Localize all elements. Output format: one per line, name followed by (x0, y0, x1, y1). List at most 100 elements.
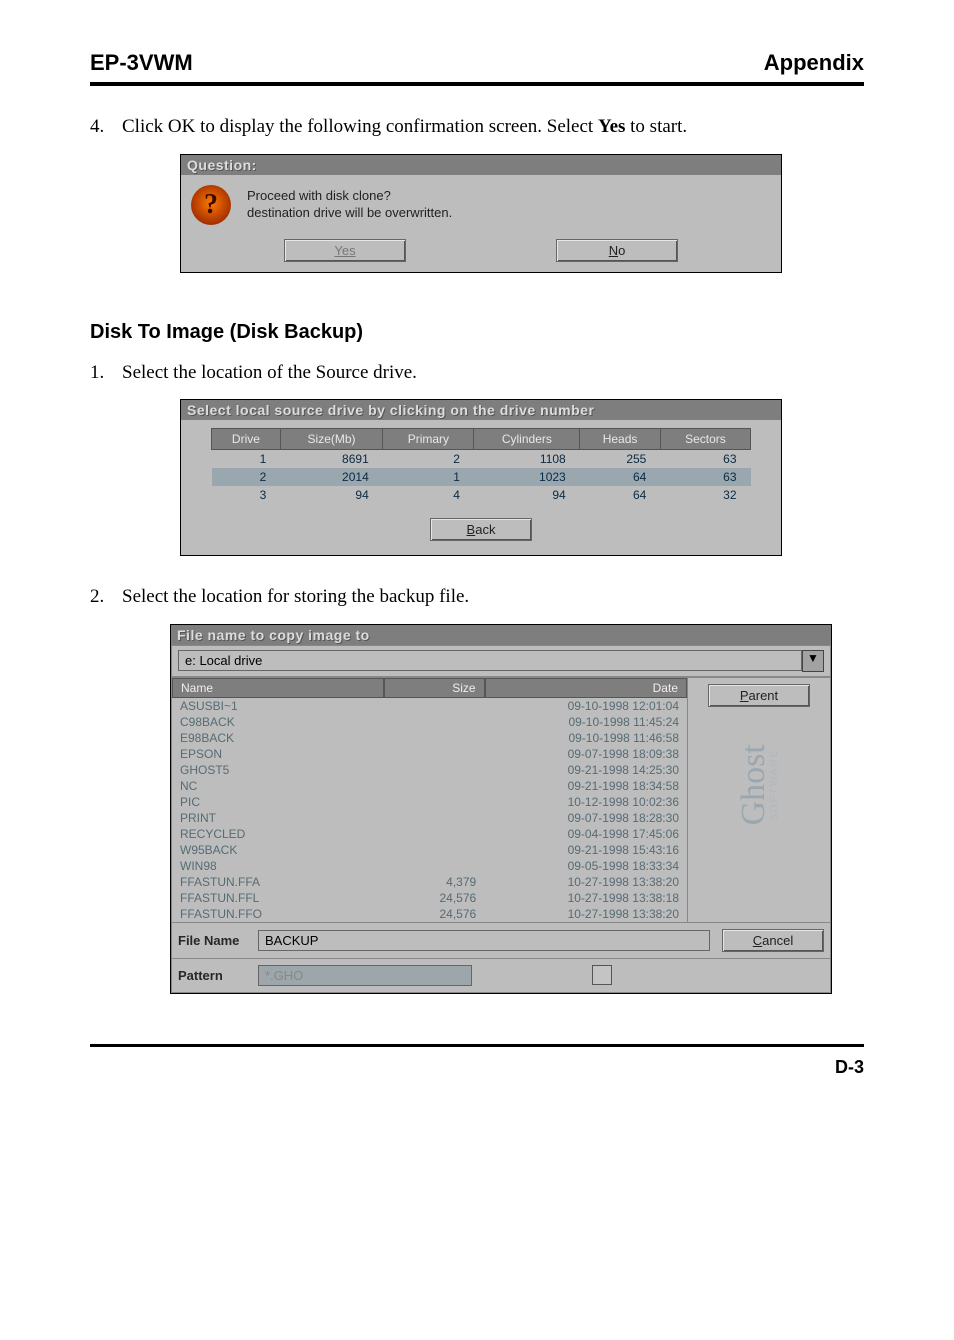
drive-cell: 2014 (280, 468, 382, 486)
header-rule (90, 82, 864, 86)
drive-cell: 255 (580, 450, 661, 469)
file-date: 10-27-1998 13:38:18 (484, 890, 687, 906)
col-size[interactable]: Size (384, 678, 485, 698)
drive-row[interactable]: 3944946432 (212, 486, 751, 504)
parent-button[interactable]: Parent (708, 684, 810, 707)
step-4-text-a: Click OK to display the following confir… (122, 116, 598, 137)
footer-rule (90, 1044, 864, 1047)
file-size (384, 842, 484, 858)
cancel-button[interactable]: Cancel (722, 929, 824, 952)
file-date: 09-21-1998 14:25:30 (484, 762, 687, 778)
drive-row[interactable]: 186912110825563 (212, 450, 751, 469)
file-list[interactable]: ASUSBI~109-10-1998 12:01:04C98BACK 09-10-… (172, 698, 687, 922)
header-left: EP-3VWM (90, 50, 193, 76)
yes-button[interactable]: Yes (284, 239, 406, 262)
file-date: 10-12-1998 10:02:36 (484, 794, 687, 810)
file-name: FFASTUN.FFL (172, 890, 384, 906)
header-right: Appendix (764, 50, 864, 76)
drive-cell: 1 (212, 450, 281, 469)
page-number: D-3 (90, 1057, 864, 1078)
question-line-1: Proceed with disk clone? (247, 188, 452, 205)
file-size (384, 810, 484, 826)
drv-h-cyl: Cylinders (474, 429, 580, 450)
drv-h-drive: Drive (212, 429, 281, 450)
drive-table: Drive Size(Mb) Primary Cylinders Heads S… (211, 428, 751, 504)
file-date: 09-04-1998 17:45:06 (484, 826, 687, 842)
step-2-text: Select the location for storing the back… (122, 584, 469, 610)
drive-cell: 2 (212, 468, 281, 486)
drive-cell: 94 (474, 486, 580, 504)
file-size (384, 778, 484, 794)
drive-combobox[interactable]: e: Local drive (178, 650, 802, 671)
file-row[interactable]: GHOST509-21-1998 14:25:30 (172, 762, 687, 778)
file-size (384, 762, 484, 778)
drive-cell: 1108 (474, 450, 580, 469)
file-name: WIN98 (172, 858, 384, 874)
pattern-input[interactable]: *.GHO (258, 965, 472, 986)
file-row[interactable]: FFASTUN.FFO24,57610-27-1998 13:38:20 (172, 906, 687, 922)
file-name: C98BACK (172, 714, 384, 730)
drv-h-primary: Primary (383, 429, 474, 450)
file-name: E98BACK (172, 730, 384, 746)
file-date: 09-10-1998 11:45:24 (484, 714, 687, 730)
drive-cell: 64 (580, 486, 661, 504)
back-button-rest: ack (475, 522, 495, 537)
parent-rest: arent (749, 688, 779, 703)
file-row[interactable]: PIC 10-12-1998 10:02:36 (172, 794, 687, 810)
file-row[interactable]: EPSON09-07-1998 18:09:38 (172, 746, 687, 762)
file-name: PIC (172, 794, 384, 810)
step-1-num: 1. (90, 360, 122, 386)
file-row[interactable]: W95BACK 09-21-1998 15:43:16 (172, 842, 687, 858)
file-date: 10-27-1998 13:38:20 (484, 874, 687, 890)
file-row[interactable]: E98BACK09-10-1998 11:46:58 (172, 730, 687, 746)
drive-dialog: Select local source drive by clicking on… (180, 399, 782, 556)
file-dialog: File name to copy image to e: Local driv… (170, 624, 832, 994)
file-name: PRINT (172, 810, 384, 826)
file-date: 09-07-1998 18:28:30 (484, 810, 687, 826)
file-size (384, 746, 484, 762)
file-size: 24,576 (384, 890, 484, 906)
question-dialog-title: Question: (181, 155, 781, 175)
file-name-label: File Name (178, 933, 258, 948)
question-line-2: destination drive will be overwritten. (247, 205, 452, 222)
file-date: 09-10-1998 12:01:04 (484, 698, 687, 714)
col-date[interactable]: Date (485, 678, 687, 698)
file-row[interactable]: FFASTUN.FFA4,37910-27-1998 13:38:20 (172, 874, 687, 890)
file-date: 10-27-1998 13:38:20 (484, 906, 687, 922)
file-name: W95BACK (172, 842, 384, 858)
step-4-text-bold: Yes (598, 116, 625, 137)
file-row[interactable]: WIN9809-05-1998 18:33:34 (172, 858, 687, 874)
cancel-rest: ancel (762, 933, 793, 948)
file-name-input[interactable]: BACKUP (258, 930, 710, 951)
step-4: 4. Click OK to display the following con… (90, 114, 864, 140)
file-size (384, 826, 484, 842)
drive-cell: 94 (280, 486, 382, 504)
section-heading: Disk To Image (Disk Backup) (90, 321, 864, 344)
step-1: 1. Select the location of the Source dri… (90, 360, 864, 386)
step-4-text-b: to start. (625, 116, 687, 137)
drive-dropdown-button[interactable]: ▼ (802, 650, 824, 672)
file-row[interactable]: NC09-21-1998 18:34:58 (172, 778, 687, 794)
col-name[interactable]: Name (172, 678, 384, 698)
file-row[interactable]: ASUSBI~109-10-1998 12:01:04 (172, 698, 687, 714)
file-date: 09-21-1998 15:43:16 (484, 842, 687, 858)
drive-cell: 8691 (280, 450, 382, 469)
drive-cell: 64 (580, 468, 661, 486)
drive-row[interactable]: 22014110236463 (212, 468, 751, 486)
file-row[interactable]: FFASTUN.FFL24,57610-27-1998 13:38:18 (172, 890, 687, 906)
file-row[interactable]: RECYCLED 09-04-1998 17:45:06 (172, 826, 687, 842)
back-button[interactable]: Back (430, 518, 532, 541)
no-button-rest: o (618, 243, 625, 258)
step-4-num: 4. (90, 114, 122, 140)
step-2: 2. Select the location for storing the b… (90, 584, 864, 610)
file-name: RECYCLED (172, 826, 384, 842)
pattern-checkbox[interactable] (592, 965, 612, 985)
drive-cell: 1023 (474, 468, 580, 486)
file-row[interactable]: PRINT 09-07-1998 18:28:30 (172, 810, 687, 826)
no-button[interactable]: No (556, 239, 678, 262)
file-size: 24,576 (384, 906, 484, 922)
drv-h-heads: Heads (580, 429, 661, 450)
file-row[interactable]: C98BACK 09-10-1998 11:45:24 (172, 714, 687, 730)
ghost-logo: GhostSOFTWARE (739, 744, 779, 825)
file-size (384, 714, 484, 730)
